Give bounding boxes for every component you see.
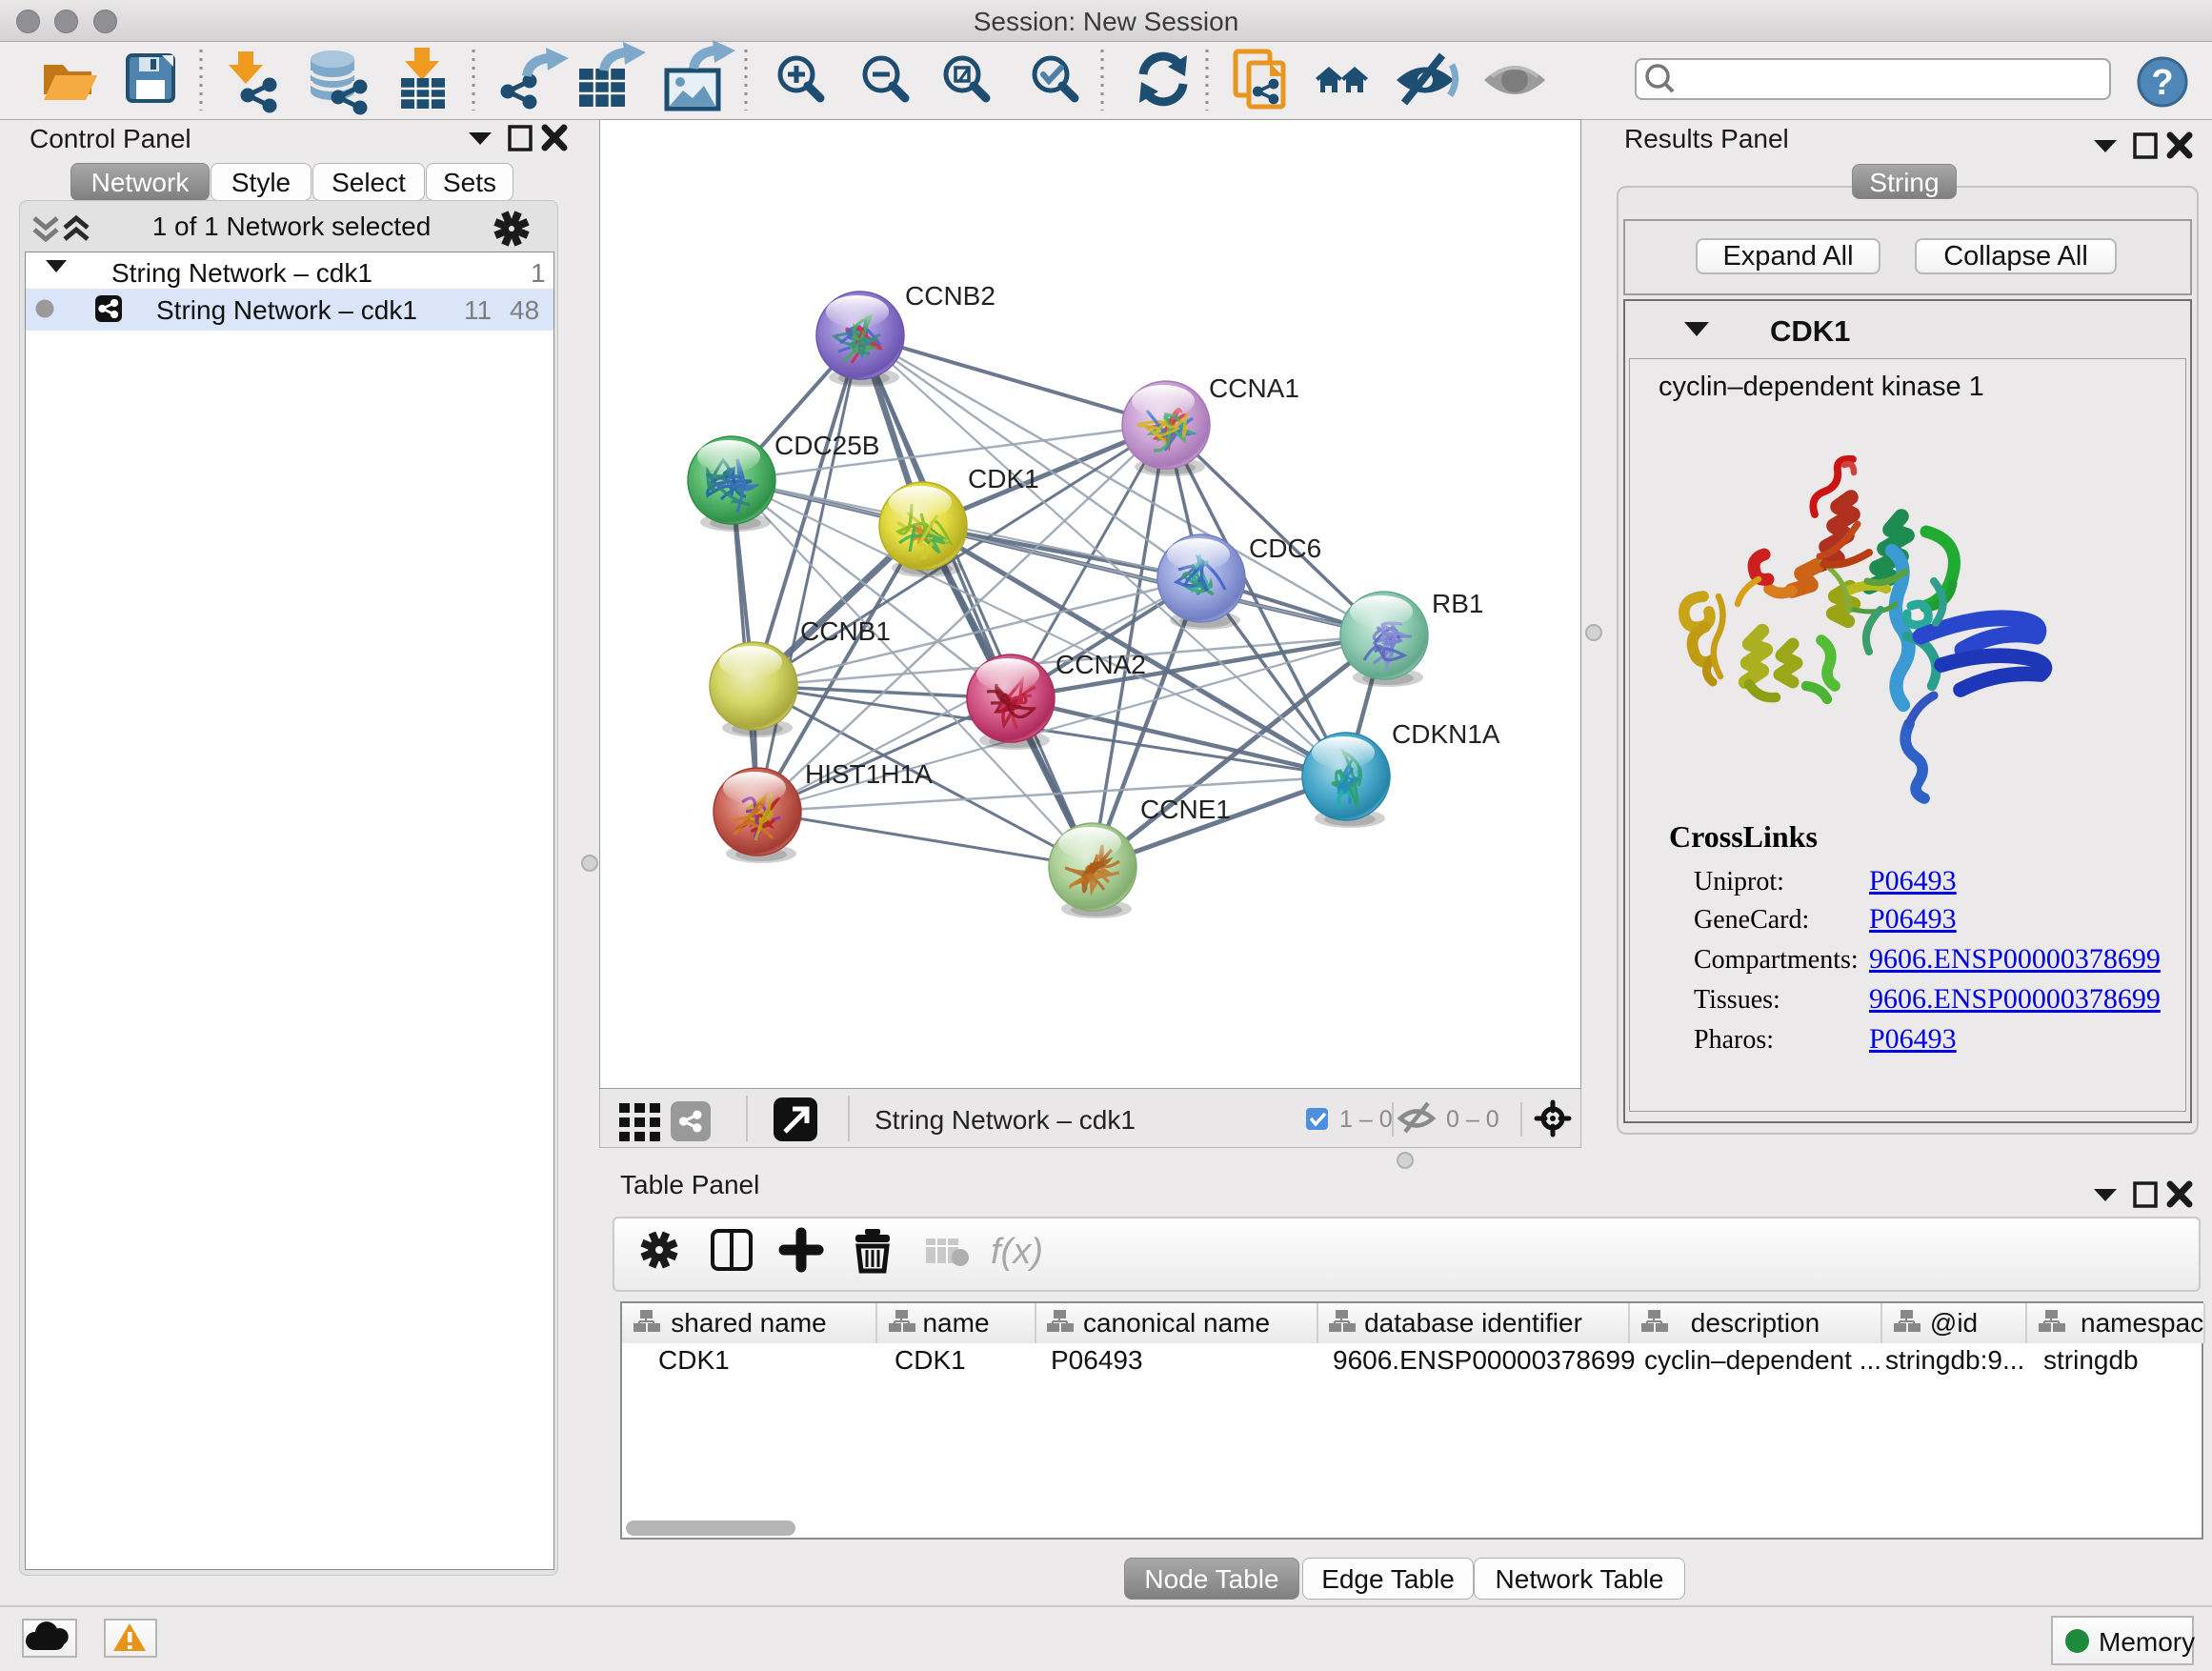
svg-text:0 – 0: 0 – 0: [1446, 1106, 1499, 1133]
svg-text:1 – 0: 1 – 0: [1339, 1106, 1393, 1133]
svg-text:f(x): f(x): [991, 1232, 1043, 1272]
svg-text:?: ?: [2151, 63, 2173, 103]
